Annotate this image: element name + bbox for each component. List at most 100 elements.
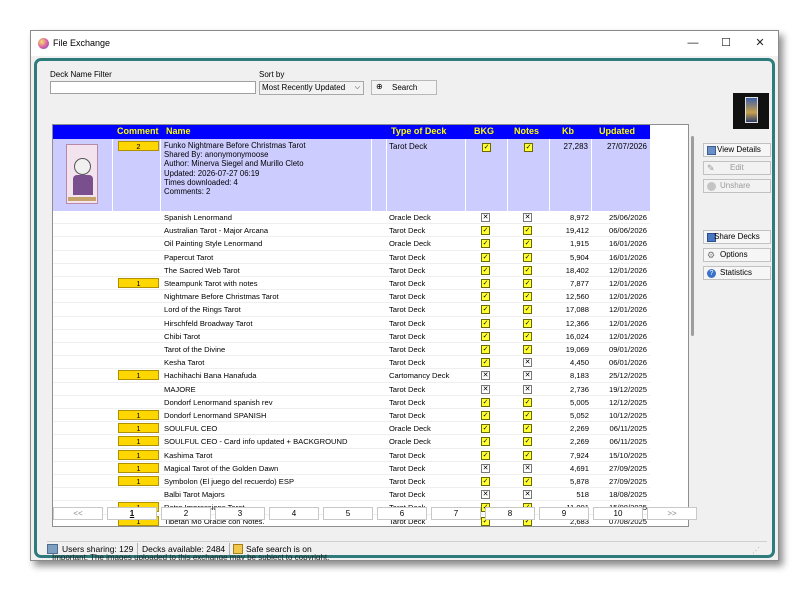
bkg-checkbox[interactable]: ✓ xyxy=(481,397,490,407)
notes-checkbox[interactable]: ✓ xyxy=(523,437,532,447)
bkg-checkbox[interactable]: ✓ xyxy=(481,239,490,249)
bkg-checkbox[interactable]: ✕ xyxy=(481,213,490,222)
table-row[interactable]: Papercut Tarot Tarot Deck ✓ ✓ 5,904 16/01/202… xyxy=(53,251,650,264)
table-scrollbar[interactable] xyxy=(687,136,697,336)
notes-checkbox[interactable]: ✓ xyxy=(523,424,532,434)
unshare-button[interactable]: Unshare xyxy=(703,179,771,193)
page-button[interactable]: 9 xyxy=(539,507,589,520)
notes-checkbox[interactable]: ✓ xyxy=(523,265,532,275)
bkg-checkbox[interactable]: ✓ xyxy=(481,318,490,328)
notes-checkbox[interactable]: ✓ xyxy=(523,239,532,249)
selected-notes-checkbox[interactable]: ✓ xyxy=(524,143,533,152)
notes-checkbox[interactable]: ✓ xyxy=(523,477,532,486)
bkg-checkbox[interactable]: ✕ xyxy=(481,384,490,394)
bkg-checkbox[interactable]: ✓ xyxy=(481,252,490,262)
notes-checkbox[interactable]: ✓ xyxy=(523,345,532,354)
notes-checkbox[interactable]: ✓ xyxy=(523,318,532,328)
notes-checkbox[interactable]: ✓ xyxy=(523,305,532,315)
bkg-checkbox[interactable]: ✓ xyxy=(481,265,490,275)
notes-checkbox[interactable]: ✓ xyxy=(523,450,532,460)
page-button[interactable]: 3 xyxy=(215,507,265,520)
resize-grip-icon[interactable]: ⋰ xyxy=(752,546,760,555)
deck-name-filter-input[interactable] xyxy=(50,81,256,94)
page-button[interactable]: 6 xyxy=(377,507,427,520)
table-row[interactable]: 1 Symbolon (El juego del recuerdo) ESP Tar… xyxy=(53,475,650,489)
table-row[interactable]: Hirschfeld Broadway Tarot Tarot Deck ✓ ✓ 12,… xyxy=(53,317,650,330)
table-row[interactable]: 1 Kashima Tarot Tarot Deck ✓ ✓ 7,924 15/10/202… xyxy=(53,449,650,462)
notes-checkbox[interactable]: ✓ xyxy=(523,331,532,341)
options-button[interactable]: ⚙ Options xyxy=(703,248,771,262)
bkg-checkbox[interactable]: ✓ xyxy=(481,477,490,486)
table-row[interactable]: Balbi Tarot Majors Tarot Deck ✕ ✕ 518 18/08/2… xyxy=(53,488,650,502)
bkg-checkbox[interactable]: ✓ xyxy=(481,345,490,354)
notes-checkbox[interactable]: ✓ xyxy=(523,411,532,420)
table-row[interactable]: Australian Tarot - Major Arcana Tarot Dec… xyxy=(53,224,650,238)
col-updated[interactable]: Updated xyxy=(599,126,635,136)
notes-checkbox[interactable]: ✓ xyxy=(523,252,532,262)
scrollbar-thumb[interactable] xyxy=(691,136,694,336)
minimize-button[interactable]: — xyxy=(684,35,702,51)
notes-checkbox[interactable]: ✕ xyxy=(523,358,532,368)
page-button[interactable]: 10 xyxy=(593,507,643,520)
col-kb[interactable]: Kb xyxy=(562,126,574,136)
notes-checkbox[interactable]: ✓ xyxy=(523,226,532,236)
table-row[interactable]: Chibi Tarot Tarot Deck ✓ ✓ 16,024 12/01/2026 xyxy=(53,330,650,343)
table-row[interactable]: 1 Dondorf Lenormand SPANISH Tarot Deck ✓ ✓ 5,… xyxy=(53,409,650,423)
table-row[interactable]: Tarot of the Divine Tarot Deck ✓ ✓ 19,069 09/… xyxy=(53,343,650,357)
notes-checkbox[interactable]: ✕ xyxy=(523,213,532,222)
edit-button[interactable]: ✎ Edit xyxy=(703,161,771,175)
prev-page-button[interactable]: << xyxy=(53,507,103,520)
notes-checkbox[interactable]: ✕ xyxy=(523,384,532,394)
table-row[interactable]: MAJORE Tarot Deck ✕ ✕ 2,736 19/12/2025 xyxy=(53,383,650,396)
col-comment[interactable]: Comment xyxy=(117,126,159,136)
maximize-button[interactable]: ☐ xyxy=(717,35,735,51)
bkg-checkbox[interactable]: ✓ xyxy=(481,424,490,434)
bkg-checkbox[interactable]: ✕ xyxy=(481,463,490,473)
title-bar[interactable]: File Exchange — ☐ ✕ xyxy=(31,31,778,56)
bkg-checkbox[interactable]: ✓ xyxy=(481,226,490,236)
bkg-checkbox[interactable]: ✓ xyxy=(481,450,490,460)
table-row[interactable]: 1 SOULFUL CEO - Card info updated + BACKG… xyxy=(53,435,650,449)
selected-bkg-checkbox[interactable]: ✓ xyxy=(482,143,491,152)
page-button[interactable]: 5 xyxy=(323,507,373,520)
col-bkg[interactable]: BKG xyxy=(474,126,494,136)
notes-checkbox[interactable]: ✕ xyxy=(523,371,532,381)
notes-checkbox[interactable]: ✓ xyxy=(523,397,532,407)
notes-checkbox[interactable]: ✓ xyxy=(523,292,532,302)
table-row[interactable]: Oil Painting Style Lenormand Oracle Deck ✓… xyxy=(53,237,650,251)
page-button[interactable]: 4 xyxy=(269,507,319,520)
search-button[interactable]: ⊕ Search xyxy=(371,80,437,95)
table-row[interactable]: 1 Hachihachi Bana Hanafuda Cartomancy Deck… xyxy=(53,369,650,383)
bkg-checkbox[interactable]: ✕ xyxy=(481,490,490,500)
col-notes[interactable]: Notes xyxy=(514,126,539,136)
table-row[interactable]: 1 SOULFUL CEO Oracle Deck ✓ ✓ 2,269 06/11/2025 xyxy=(53,422,650,436)
bkg-checkbox[interactable]: ✓ xyxy=(481,292,490,302)
statistics-button[interactable]: ? Statistics xyxy=(703,266,771,280)
col-type[interactable]: Type of Deck xyxy=(391,126,446,136)
table-row[interactable]: Kesha Tarot Tarot Deck ✓ ✕ 4,450 06/01/2026 xyxy=(53,356,650,370)
table-row[interactable]: 1 Magical Tarot of the Golden Dawn Tarot D… xyxy=(53,462,650,475)
bkg-checkbox[interactable]: ✓ xyxy=(481,305,490,315)
page-button[interactable]: 7 xyxy=(431,507,481,520)
table-row[interactable]: The Sacred Web Tarot Tarot Deck ✓ ✓ 18,402 12… xyxy=(53,264,650,277)
bkg-checkbox[interactable]: ✓ xyxy=(481,331,490,341)
next-page-button[interactable]: >> xyxy=(647,507,697,520)
page-button[interactable]: 1 xyxy=(107,507,157,520)
page-button[interactable]: 2 xyxy=(161,507,211,520)
bkg-checkbox[interactable]: ✓ xyxy=(481,437,490,447)
bkg-checkbox[interactable]: ✓ xyxy=(481,411,490,420)
notes-checkbox[interactable]: ✓ xyxy=(523,279,532,288)
bkg-checkbox[interactable]: ✓ xyxy=(481,358,490,368)
table-row[interactable]: Spanish Lenormand Oracle Deck ✕ ✕ 8,972 25/06… xyxy=(53,211,650,225)
notes-checkbox[interactable]: ✕ xyxy=(523,490,532,500)
col-name[interactable]: Name xyxy=(166,126,191,136)
sort-by-select[interactable]: Most Recently Updated ⌵ xyxy=(259,81,364,95)
bkg-checkbox[interactable]: ✓ xyxy=(481,279,490,288)
notes-checkbox[interactable]: ✕ xyxy=(523,463,532,473)
view-details-button[interactable]: View Details xyxy=(703,143,771,157)
table-row[interactable]: 1 Steampunk Tarot with notes Tarot Deck ✓ ✓ 7… xyxy=(53,277,650,291)
table-row[interactable]: Dondorf Lenormand spanish rev Tarot Deck ✓… xyxy=(53,396,650,409)
bkg-checkbox[interactable]: ✕ xyxy=(481,371,490,381)
share-decks-button[interactable]: Share Decks xyxy=(703,230,771,244)
page-button[interactable]: 8 xyxy=(485,507,535,520)
